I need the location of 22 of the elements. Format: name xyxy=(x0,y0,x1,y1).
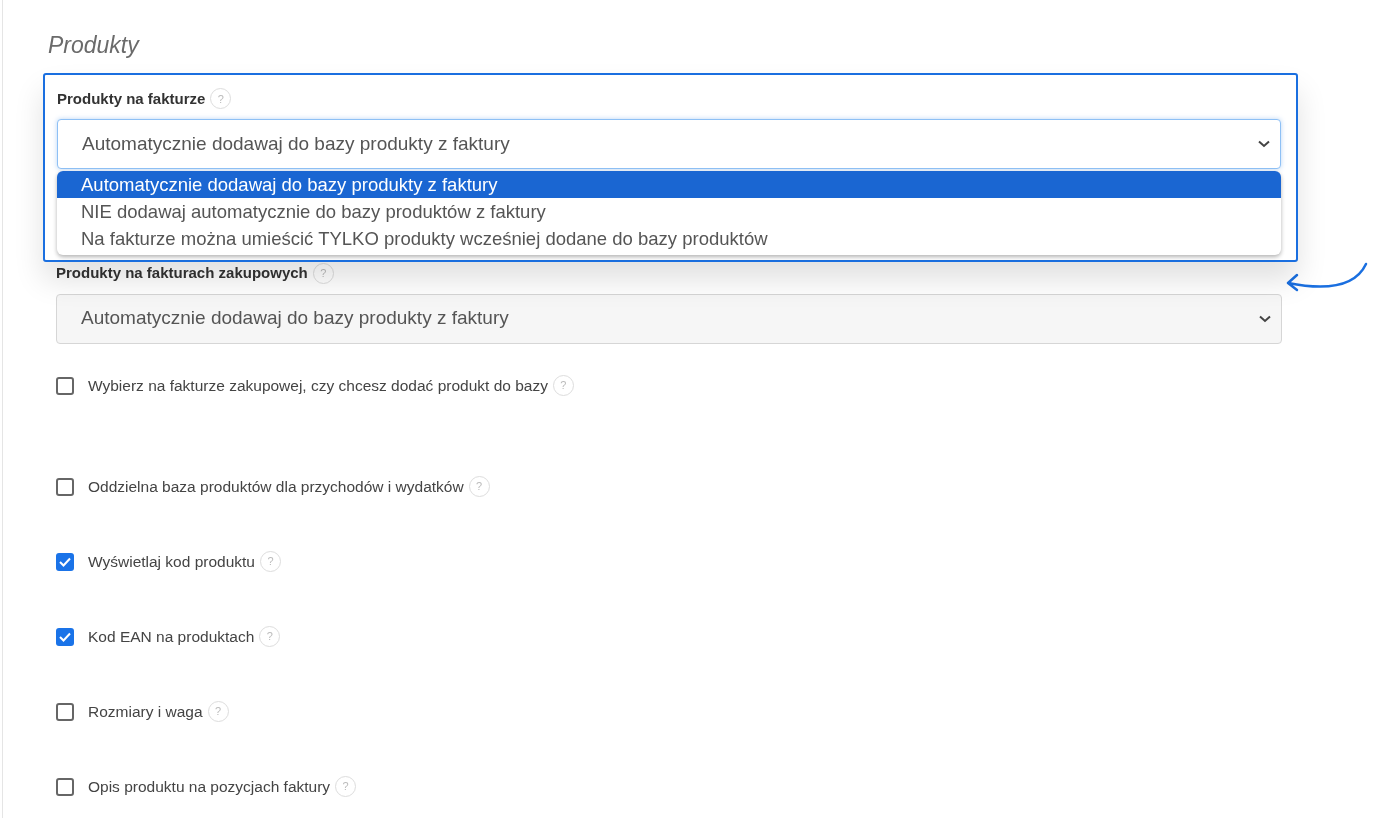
checkbox-label: Rozmiary i waga xyxy=(88,701,203,722)
checkbox[interactable] xyxy=(56,552,74,571)
checkbox[interactable] xyxy=(56,702,74,721)
dropdown-option[interactable]: Automatycznie dodawaj do bazy produkty z faktury xyxy=(57,171,1281,198)
checkbox-label: Kod EAN na produktach xyxy=(88,626,255,647)
checkbox[interactable] xyxy=(56,627,74,646)
checkbox-label: Wybierz na fakturze zakupowej, czy chcesz dodać produkt do bazy xyxy=(88,375,548,396)
checkbox-label: Opis produktu na pozycjach faktury xyxy=(88,776,331,797)
dropdown-option[interactable]: NIE dodawaj automatycznie do bazy produktów z faktury xyxy=(57,198,1281,225)
field-label: Produkty na fakturach zakupowych xyxy=(56,263,308,283)
checkbox[interactable] xyxy=(56,777,74,796)
checkbox[interactable] xyxy=(56,477,74,496)
checkbox-label: Oddzielna baza produktów dla przychodów i wydatków xyxy=(88,476,464,497)
select-field[interactable]: Automatycznie dodawaj do bazy produkty z faktury xyxy=(56,293,1282,344)
field-label: Produkty na fakturze xyxy=(57,88,206,109)
section-heading: Produkty xyxy=(48,31,141,60)
checkbox-label: Wyświetlaj kod produktu xyxy=(88,551,255,572)
dropdown-option[interactable]: Na fakturze można umieścić TYLKO produkty wcześniej dodane do bazy produktów xyxy=(57,225,1281,252)
checkbox[interactable] xyxy=(56,376,74,395)
chevron-down-icon xyxy=(1259,314,1271,323)
select-field[interactable]: Automatycznie dodawaj do bazy produkty z faktury xyxy=(57,119,1281,169)
chevron-down-icon xyxy=(1258,140,1270,148)
